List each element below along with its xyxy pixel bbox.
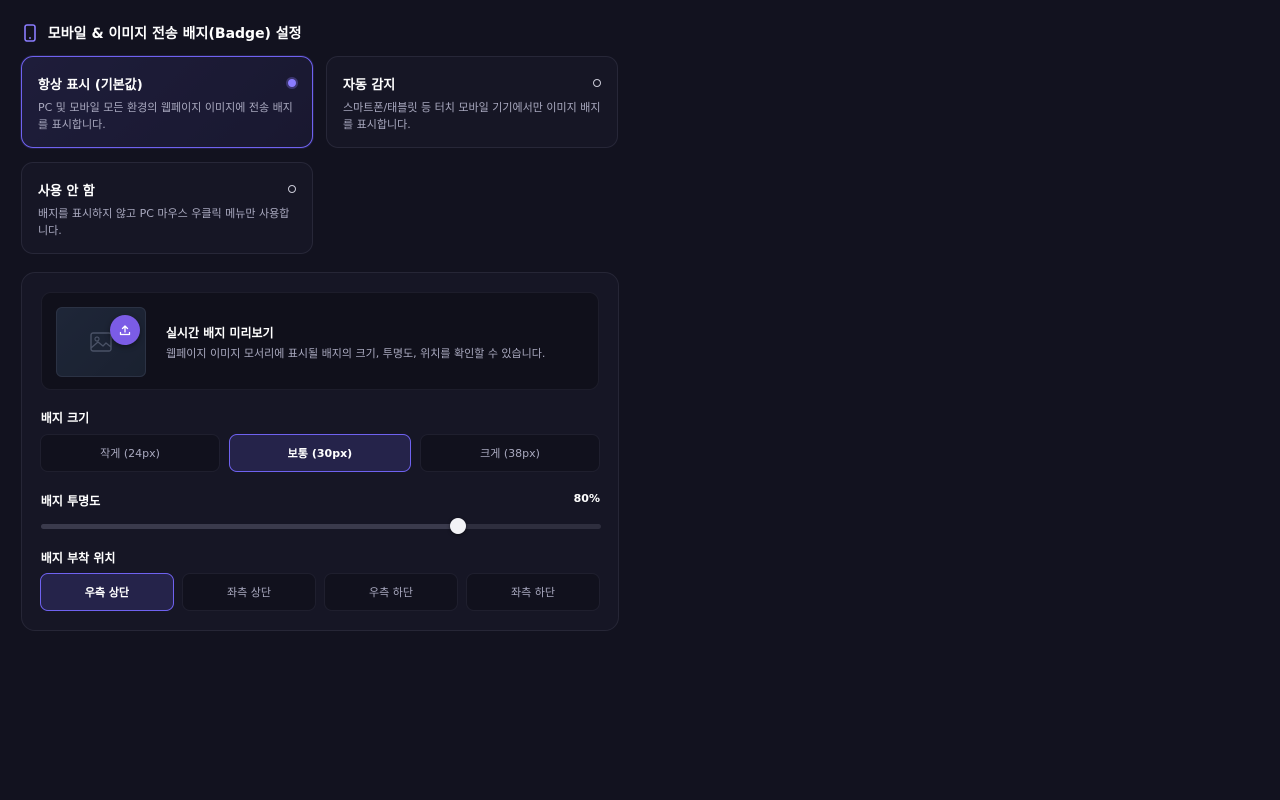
option-description: 스마트폰/태블릿 등 터치 모바일 기기에서만 이미지 배지를 표시합니다. [343,101,601,131]
option-always-show[interactable]: 항상 표시 (기본값) PC 및 모바일 모든 환경의 웹페이지 이미지에 전송… [21,56,313,148]
size-option-small[interactable]: 작게 (24px) [40,434,220,472]
preview-title: 실시간 배지 미리보기 [166,326,274,340]
slider-thumb[interactable] [449,518,466,534]
option-title: 사용 안 함 [38,184,95,199]
position-bottom-right[interactable]: 우측 하단 [324,573,458,611]
opacity-label: 배지 투명도 [41,494,101,508]
radio-unselected-indicator [593,79,601,87]
radio-selected-indicator [288,79,296,87]
badge-preview: 실시간 배지 미리보기 웹페이지 이미지 모서리에 표시될 배지의 크기, 투명… [41,292,599,390]
slider-fill [41,524,458,529]
radio-unselected-indicator [288,185,296,193]
position-top-right[interactable]: 우측 상단 [40,573,174,611]
settings-header: 모바일 & 이미지 전송 배지(Badge) 설정 [22,22,302,44]
phone-icon [22,23,38,43]
image-icon [90,332,112,356]
preview-thumbnail [56,307,146,377]
option-description: 배지를 표시하지 않고 PC 마우스 우클릭 메뉴만 사용합니다. [38,207,290,237]
option-description: PC 및 모바일 모든 환경의 웹페이지 이미지에 전송 배지를 표시합니다. [38,101,293,131]
option-title: 항상 표시 (기본값) [38,78,143,93]
option-disabled[interactable]: 사용 안 함 배지를 표시하지 않고 PC 마우스 우클릭 메뉴만 사용합니다. [21,162,313,254]
size-option-medium[interactable]: 보통 (30px) [229,434,411,472]
page-title: 모바일 & 이미지 전송 배지(Badge) 설정 [48,26,302,42]
size-label: 배지 크기 [41,411,90,425]
opacity-slider[interactable] [41,518,601,534]
position-label: 배지 부착 위치 [41,551,116,565]
preview-description: 웹페이지 이미지 모서리에 표시될 배지의 크기, 투명도, 위치를 확인할 수… [166,347,546,360]
opacity-value: 80% [573,492,600,505]
option-title: 자동 감지 [343,78,396,93]
option-auto-detect[interactable]: 자동 감지 스마트폰/태블릿 등 터치 모바일 기기에서만 이미지 배지를 표시… [326,56,618,148]
position-bottom-left[interactable]: 좌측 하단 [466,573,600,611]
size-option-large[interactable]: 크게 (38px) [420,434,600,472]
position-top-left[interactable]: 좌측 상단 [182,573,316,611]
badge-settings-panel: 실시간 배지 미리보기 웹페이지 이미지 모서리에 표시될 배지의 크기, 투명… [21,272,619,631]
upload-badge-icon [110,315,140,345]
